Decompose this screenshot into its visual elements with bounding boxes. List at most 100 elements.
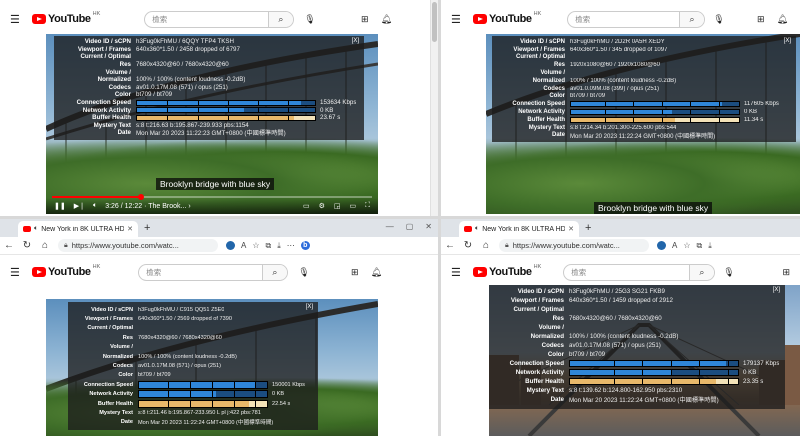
search-icon[interactable]: ⌕: [261, 264, 288, 280]
search-icon[interactable]: ⌕: [688, 264, 715, 280]
extension-icon[interactable]: [226, 240, 235, 250]
close-tab-icon[interactable]: ✕: [568, 225, 574, 233]
mic-icon[interactable]: 🎙︎: [298, 267, 309, 278]
video-player[interactable]: [X] Video ID / sCPN h3Fug0kFhMU / 2D2R 0A…: [486, 34, 800, 214]
read-aloud-icon[interactable]: A: [672, 241, 677, 251]
close-stats-icon[interactable]: [X]: [784, 38, 791, 44]
bell-icon[interactable]: 🔔︎: [777, 14, 788, 25]
home-icon[interactable]: ⌂: [481, 240, 491, 251]
search-box[interactable]: 檢索 ⌕: [138, 263, 289, 281]
mic-icon[interactable]: 🎙︎: [713, 14, 724, 25]
youtube-logo[interactable]: YouTube HK: [32, 264, 100, 278]
create-icon[interactable]: ⊞: [782, 267, 790, 278]
search-box[interactable]: 檢索 ⌕: [563, 263, 716, 281]
stats-value: h3Fug0kFhMU / 2D2R 0A5H XEDY: [570, 38, 665, 45]
video-player[interactable]: [X] Video ID / sCPN h3Fug0kFhMU / C915 QQ…: [46, 299, 378, 436]
menu-icon[interactable]: ☰: [451, 266, 465, 279]
caption: Brooklyn bridge with blue sky: [156, 178, 275, 190]
volume-icon[interactable]: 🔈︎: [93, 202, 97, 210]
stats-row: Volume /: [489, 323, 785, 332]
more-icon[interactable]: ⋯: [287, 241, 295, 251]
theater-icon[interactable]: ▭: [349, 202, 356, 210]
next-icon[interactable]: ▶❘: [74, 202, 85, 210]
video-player[interactable]: [X] Video ID / sCPN h3Fug0kFhMU / 6QQY TF…: [46, 34, 378, 214]
close-window-icon[interactable]: ✕: [425, 222, 432, 231]
search-icon[interactable]: ⌕: [678, 11, 705, 27]
search-input[interactable]: 檢索: [139, 265, 261, 280]
refresh-icon[interactable]: ↻: [22, 240, 32, 251]
logo-text: YouTube: [48, 13, 91, 25]
url-text: https://www.youtube.com/watc...: [71, 241, 179, 250]
youtube-logo[interactable]: YouTube HK: [473, 11, 541, 25]
search-box[interactable]: 檢索 ⌕: [144, 10, 295, 28]
menu-icon[interactable]: ☰: [451, 13, 465, 26]
stats-label: Mystery Text: [528, 124, 565, 131]
stats-value: bt709 / bt709: [136, 91, 173, 99]
close-stats-icon[interactable]: [X]: [306, 304, 313, 310]
stats-label: Buffer Health: [92, 114, 131, 122]
search-icon[interactable]: ⌕: [267, 11, 294, 27]
mic-icon[interactable]: 🎙︎: [304, 14, 315, 25]
bing-icon[interactable]: b: [300, 240, 310, 250]
video-player[interactable]: [X] Video ID / sCPN h3Fug0kFhMU / 25G3 SG…: [489, 285, 800, 436]
read-aloud-icon[interactable]: A: [241, 241, 246, 251]
address-bar[interactable]: 🔒︎ https://www.youtube.com/watc...: [499, 239, 649, 252]
scrollbar[interactable]: [430, 0, 438, 216]
stats-for-nerds-panel: [X] Video ID / sCPN h3Fug0kFhMU / C915 QQ…: [68, 302, 318, 430]
search-input[interactable]: 檢索: [145, 12, 267, 27]
favorite-icon[interactable]: ☆: [683, 241, 690, 251]
close-tab-icon[interactable]: ✕: [127, 225, 133, 233]
browser-tab[interactable]: 🔈︎ New York in 8K ULTRA HD ✕: [18, 221, 138, 237]
browser-tab[interactable]: 🔈︎ New York in 8K ULTRA HD ✕: [459, 221, 579, 237]
bell-icon[interactable]: 🔔︎: [371, 267, 382, 278]
menu-icon[interactable]: ☰: [10, 13, 24, 26]
search-input[interactable]: 檢索: [568, 12, 678, 27]
search-input[interactable]: 檢索: [564, 265, 688, 280]
create-icon[interactable]: ⊞: [361, 14, 369, 25]
create-icon[interactable]: ⊞: [757, 14, 765, 25]
favorite-icon[interactable]: ☆: [252, 241, 259, 251]
home-icon[interactable]: ⌂: [40, 240, 50, 251]
back-icon[interactable]: ←: [4, 240, 14, 251]
time-display: 3:26 / 12:22 · The Brook... ›: [105, 202, 191, 210]
network-activity-value: 0 KB: [272, 391, 285, 398]
fullscreen-icon[interactable]: ⛶: [365, 202, 370, 210]
youtube-favicon: [464, 226, 472, 232]
extension-icon[interactable]: [657, 240, 666, 250]
create-icon[interactable]: ⊞: [351, 267, 359, 278]
minimize-icon[interactable]: —: [386, 222, 394, 231]
settings-icon[interactable]: ⚙︎: [319, 202, 325, 210]
subtitles-icon[interactable]: ▭: [303, 202, 310, 210]
collections-icon[interactable]: ⧉: [697, 241, 703, 251]
stats-value: 1920x1080@60 / 1920x1080@60: [570, 62, 660, 69]
search-box[interactable]: 檢索 ⌕: [567, 10, 706, 28]
back-icon[interactable]: ←: [445, 240, 455, 251]
bell-icon[interactable]: 🔔︎: [381, 14, 392, 25]
stats-label: Video ID / sCPN: [517, 288, 564, 295]
stats-row: Res 1920x1080@60 / 1920x1080@60: [492, 61, 796, 69]
stats-value: av01.0.17M.08 (571) / opus (251): [569, 342, 661, 349]
close-stats-icon[interactable]: [X]: [352, 38, 359, 44]
stats-label: Network Activity: [515, 369, 564, 376]
mic-icon[interactable]: 🎙︎: [723, 267, 734, 278]
downloads-icon[interactable]: ⤓: [708, 241, 712, 251]
new-tab-icon[interactable]: +: [144, 222, 150, 234]
tab-title: New York in 8K ULTRA HD: [41, 225, 125, 233]
new-tab-icon[interactable]: +: [585, 222, 591, 234]
logo-text: YouTube: [489, 13, 532, 25]
miniplayer-icon[interactable]: ◲: [334, 202, 341, 210]
youtube-logo[interactable]: YouTube HK: [32, 11, 100, 25]
stats-value: bt709 / bt709: [138, 372, 171, 379]
refresh-icon[interactable]: ↻: [463, 240, 473, 251]
navigation-bar: ← ↻ ⌂ 🔒︎ https://www.youtube.com/watc...…: [0, 237, 438, 255]
close-stats-icon[interactable]: [X]: [773, 287, 780, 293]
pause-icon[interactable]: ❚❚: [54, 202, 66, 210]
menu-icon[interactable]: ☰: [10, 266, 24, 279]
stats-row: Codecs av01.0.17M.08 (571) / opus (251): [54, 84, 364, 92]
collections-icon[interactable]: ⧉: [266, 241, 272, 251]
downloads-icon[interactable]: ⤓: [277, 241, 281, 251]
stats-value: 100% / 100% (content loudness -0.2dB): [569, 333, 679, 340]
address-bar[interactable]: 🔒︎ https://www.youtube.com/watc...: [58, 239, 218, 252]
youtube-logo[interactable]: YouTube HK: [473, 264, 541, 278]
maximize-icon[interactable]: ▢: [406, 222, 414, 231]
